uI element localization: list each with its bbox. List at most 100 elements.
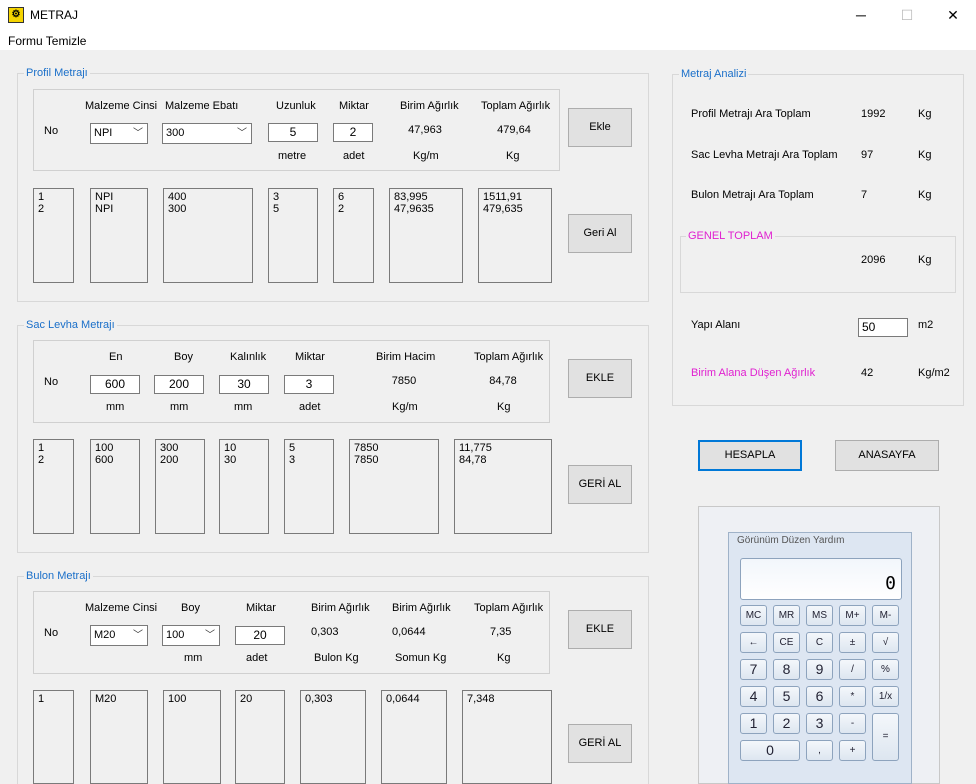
calc-key[interactable]: M-	[872, 605, 899, 626]
analiz-bulon-label: Bulon Metrajı Ara Toplam	[691, 189, 814, 201]
calc-key[interactable]: 4	[740, 686, 767, 707]
birim-alan-value: 42	[861, 367, 874, 379]
bulon-list-birim-2[interactable]: 0,0644	[381, 690, 447, 784]
sac-list-no[interactable]: 1 2	[33, 439, 74, 534]
bulon-cins-select[interactable]: M20 ﹀	[90, 625, 148, 646]
menu-formu-temizle[interactable]: Formu Temizle	[8, 34, 86, 48]
bulon-boy-select[interactable]: 100 ﹀	[162, 625, 220, 646]
profil-cins-select[interactable]: NPI ﹀	[90, 123, 148, 144]
bulon-birim-1-value: 0,303	[311, 626, 339, 638]
sac-list-hacim[interactable]: 7850 7850	[349, 439, 439, 534]
profil-birim-value: 47,963	[408, 124, 442, 136]
minimize-button[interactable]: ─	[838, 0, 884, 30]
sac-header-toplam: Toplam Ağırlık	[474, 351, 544, 363]
calc-key[interactable]: C	[806, 632, 833, 653]
profil-list-uzunluk[interactable]: 3 5	[268, 188, 318, 283]
calc-key[interactable]: 1	[740, 713, 767, 734]
calc-key[interactable]: ←	[740, 632, 767, 653]
sac-boy-input[interactable]: 200	[154, 375, 204, 394]
bulon-header-cins: Malzeme Cinsi	[85, 602, 158, 614]
calc-key[interactable]: *	[839, 686, 866, 707]
calc-key[interactable]: =	[872, 713, 899, 761]
calc-key[interactable]: MC	[740, 605, 767, 626]
calc-key[interactable]: 5	[773, 686, 800, 707]
sac-miktar-input[interactable]: 3	[284, 375, 334, 394]
calc-key[interactable]: 7	[740, 659, 767, 680]
profil-unit-metre: metre	[278, 150, 307, 162]
sac-list-toplam[interactable]: 11,775 84,78	[454, 439, 552, 534]
calc-key[interactable]: ±	[839, 632, 866, 653]
sac-list-en[interactable]: 100 600	[90, 439, 140, 534]
profil-list-miktar[interactable]: 6 2	[333, 188, 374, 283]
calc-key[interactable]: 9	[806, 659, 833, 680]
profil-header-ebat: Malzeme Ebatı	[165, 100, 239, 112]
calc-key[interactable]: 8	[773, 659, 800, 680]
sac-ekle-button[interactable]: EKLE	[568, 359, 632, 398]
sac-header-miktar: Miktar	[295, 351, 325, 363]
bulon-list-birim-1[interactable]: 0,303	[300, 690, 366, 784]
calc-key[interactable]: +	[839, 740, 866, 761]
bulon-list-no[interactable]: 1	[33, 690, 74, 784]
close-button[interactable]: ✕	[930, 0, 976, 30]
calculator-menu[interactable]: Görünüm Düzen Yardım	[737, 535, 844, 546]
profil-uzunluk-input[interactable]: 5	[268, 123, 318, 142]
profil-miktar-input[interactable]: 2	[333, 123, 373, 142]
profil-cins-value: NPI	[94, 127, 113, 139]
app-icon: ⚙	[8, 7, 24, 23]
calc-key[interactable]: %	[872, 659, 899, 680]
chevron-down-icon: ﹀	[133, 630, 143, 641]
profil-header-cins: Malzeme Cinsi	[85, 100, 158, 112]
calc-key[interactable]: CE	[773, 632, 800, 653]
profil-list-no[interactable]: 1 2	[33, 188, 74, 283]
calc-key[interactable]: M+	[839, 605, 866, 626]
calc-key[interactable]: -	[839, 713, 866, 734]
profil-ebat-value: 300	[166, 127, 185, 139]
maximize-button[interactable]: ☐	[884, 0, 930, 30]
calc-key[interactable]: 6	[806, 686, 833, 707]
profil-list-cins[interactable]: NPI NPI	[90, 188, 148, 283]
calc-key[interactable]: MS	[806, 605, 833, 626]
sac-geri-al-button[interactable]: GERİ AL	[568, 465, 632, 504]
bulon-list-toplam[interactable]: 7,348	[462, 690, 552, 784]
calc-key[interactable]: √	[872, 632, 899, 653]
calc-key[interactable]: 3	[806, 713, 833, 734]
anasayfa-button[interactable]: ANASAYFA	[835, 440, 939, 471]
bulon-header-birim-1: Birim Ağırlık	[311, 602, 370, 614]
calc-key[interactable]: MR	[773, 605, 800, 626]
sac-kalinlik-input[interactable]: 30	[219, 375, 269, 394]
bulon-legend: Bulon Metrajı	[24, 570, 93, 582]
analiz-sac-value: 97	[861, 149, 874, 161]
calc-key[interactable]: 0	[740, 740, 800, 761]
bulon-list-miktar[interactable]: 20	[235, 690, 285, 784]
hesapla-button[interactable]: HESAPLA	[698, 440, 802, 471]
sac-list-miktar[interactable]: 5 3	[284, 439, 334, 534]
sac-list-boy[interactable]: 300 200	[155, 439, 205, 534]
profil-list-toplam[interactable]: 1511,91 479,635	[478, 188, 552, 283]
sac-header-kalinlik: Kalınlık	[230, 351, 267, 363]
bulon-ekle-button[interactable]: EKLE	[568, 610, 632, 649]
profil-legend: Profil Metrajı	[24, 67, 90, 79]
calc-key[interactable]: /	[839, 659, 866, 680]
sac-list-kalinlik[interactable]: 10 30	[219, 439, 269, 534]
bulon-miktar-input[interactable]: 20	[235, 626, 285, 645]
bulon-list-cins[interactable]: M20	[90, 690, 148, 784]
calc-key[interactable]: ,	[806, 740, 833, 761]
calc-key[interactable]: 2	[773, 713, 800, 734]
profil-list-birim[interactable]: 83,995 47,9635	[389, 188, 463, 283]
sac-unit-mm-3: mm	[234, 401, 253, 413]
analiz-sac-label: Sac Levha Metrajı Ara Toplam	[691, 149, 838, 161]
profil-geri-al-button[interactable]: Geri Al	[568, 214, 632, 253]
bulon-header-miktar: Miktar	[246, 602, 276, 614]
profil-ebat-select[interactable]: 300 ﹀	[162, 123, 252, 144]
profil-ekle-button[interactable]: Ekle	[568, 108, 632, 147]
yapi-alani-input[interactable]: 50	[858, 318, 908, 337]
sac-unit-kg: Kg	[497, 401, 511, 413]
calc-key[interactable]: 1/x	[872, 686, 899, 707]
profil-header-uzunluk: Uzunluk	[276, 100, 316, 112]
bulon-list-boy[interactable]: 100	[163, 690, 221, 784]
profil-list-ebat[interactable]: 400 300	[163, 188, 253, 283]
analiz-bulon-value: 7	[861, 189, 868, 201]
bulon-geri-al-button[interactable]: GERİ AL	[568, 724, 632, 763]
sac-hacim-value: 7850	[391, 375, 417, 387]
sac-en-input[interactable]: 600	[90, 375, 140, 394]
